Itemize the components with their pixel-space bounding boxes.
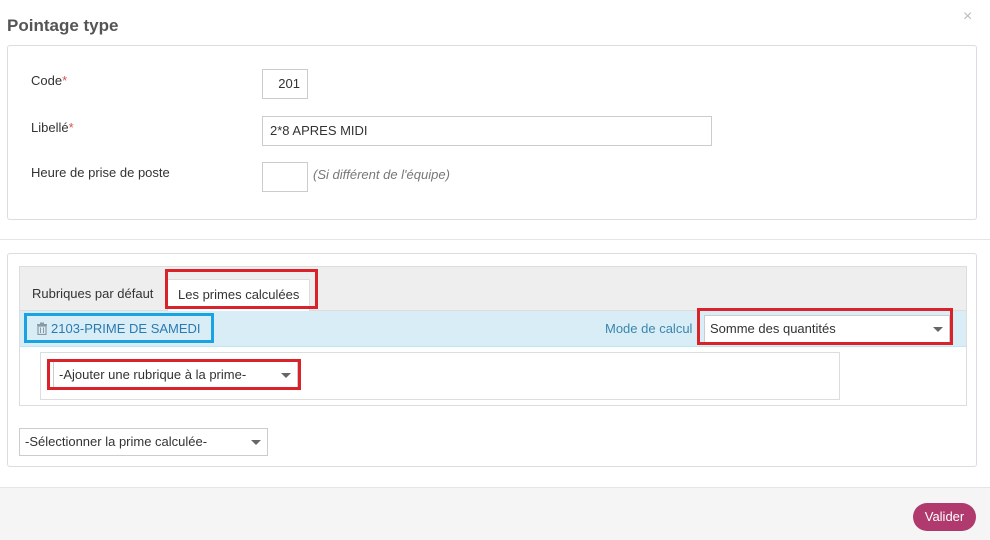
prime-link[interactable]: 2103-PRIME DE SAMEDI: [36, 321, 201, 336]
chevron-down-icon: [281, 373, 291, 378]
libelle-input[interactable]: 2*8 APRES MIDI: [262, 116, 712, 146]
tab-primes-calculees[interactable]: Les primes calculées: [167, 279, 311, 312]
required-marker: *: [62, 73, 68, 88]
code-input[interactable]: 201: [262, 69, 308, 99]
heure-prise-poste-input[interactable]: [262, 162, 308, 192]
valider-button[interactable]: Valider: [913, 503, 976, 531]
chevron-down-icon: [933, 327, 943, 332]
modal-title: Pointage type: [7, 16, 119, 35]
close-icon[interactable]: ×: [963, 9, 972, 25]
libelle-label: Libellé*: [31, 120, 74, 135]
tabs-bar: Rubriques par défaut Les primes calculée…: [20, 267, 966, 312]
code-label: Code*: [31, 73, 67, 88]
primes-panel: Rubriques par défaut Les primes calculée…: [7, 253, 977, 467]
prime-name[interactable]: 2103-PRIME DE SAMEDI: [51, 321, 201, 336]
add-rubrique-select[interactable]: -Ajouter une rubrique à la prime-: [53, 361, 298, 389]
prime-row: 2103-PRIME DE SAMEDI Mode de calcul : So…: [20, 311, 966, 347]
code-label-text: Code: [31, 73, 63, 88]
pointage-type-modal: Pointage type × Code* 201 Libellé* 2*8 A…: [0, 0, 990, 540]
heure-prise-poste-label: Heure de prise de poste: [31, 165, 170, 180]
select-prime-placeholder: -Sélectionner la prime calculée-: [25, 434, 208, 449]
rubrique-box: -Ajouter une rubrique à la prime-: [40, 352, 840, 400]
mode-calcul-select[interactable]: Somme des quantités: [704, 315, 950, 343]
libelle-label-text: Libellé: [31, 120, 69, 135]
trash-icon[interactable]: [36, 322, 48, 335]
tabs-container: Rubriques par défaut Les primes calculée…: [19, 266, 967, 406]
mode-calcul-label: Mode de calcul :: [605, 321, 700, 336]
chevron-down-icon: [251, 440, 261, 445]
heure-hint: (Si différent de l'équipe): [313, 167, 450, 182]
select-prime-calculee[interactable]: -Sélectionner la prime calculée-: [19, 428, 268, 456]
required-marker: *: [68, 120, 74, 135]
mode-calcul-value: Somme des quantités: [710, 321, 836, 336]
add-rubrique-placeholder: -Ajouter une rubrique à la prime-: [59, 367, 247, 382]
modal-footer: Valider: [0, 487, 990, 540]
tab-rubriques-par-defaut[interactable]: Rubriques par défaut: [22, 279, 163, 311]
section-divider: [0, 239, 990, 240]
general-info-panel: Code* 201 Libellé* 2*8 APRES MIDI Heure …: [7, 45, 977, 220]
